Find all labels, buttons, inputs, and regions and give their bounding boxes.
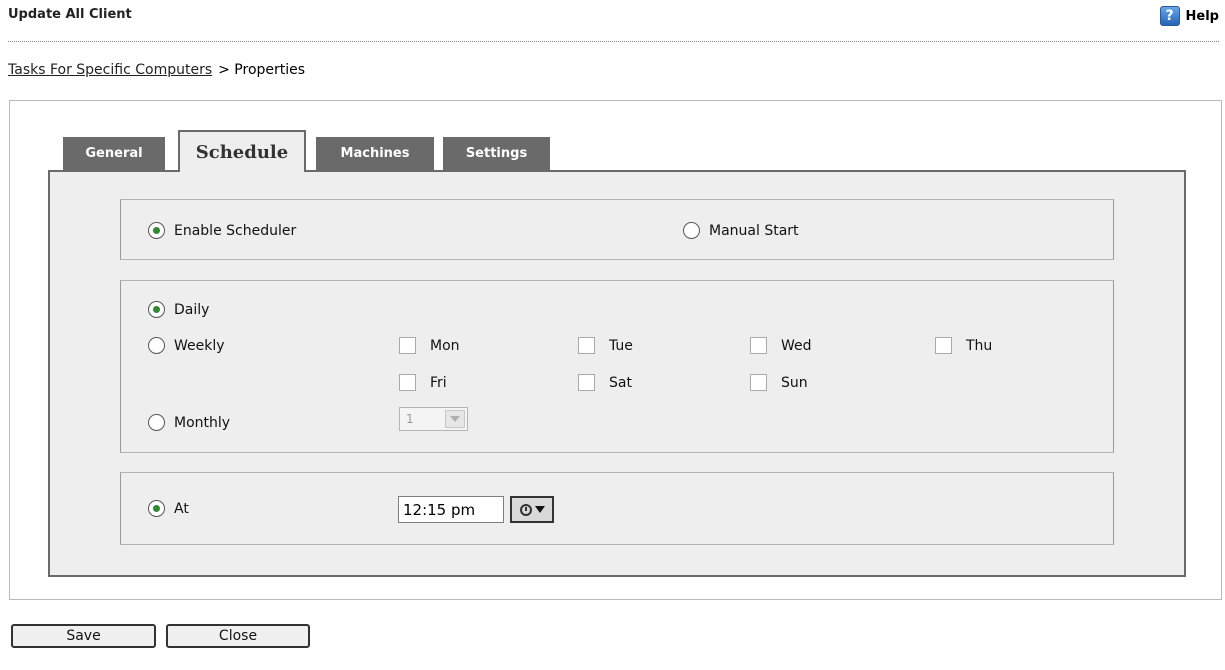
time-group (120, 472, 1114, 545)
day-sat-label: Sat (609, 374, 632, 391)
day-thu-label: Thu (966, 337, 993, 354)
chevron-down-icon (445, 410, 465, 428)
manual-start-option[interactable]: Manual Start (683, 222, 799, 239)
breadcrumb-link-tasks[interactable]: Tasks For Specific Computers (8, 62, 212, 78)
day-mon-label: Mon (430, 337, 460, 354)
help-link[interactable]: ? Help (1159, 5, 1219, 27)
enable-scheduler-radio[interactable] (148, 222, 165, 239)
enable-scheduler-option[interactable]: Enable Scheduler (148, 222, 296, 239)
save-button[interactable]: Save (11, 624, 156, 648)
day-thu[interactable]: Thu (935, 337, 992, 354)
manual-start-label: Manual Start (709, 222, 799, 239)
daily-radio[interactable] (148, 301, 165, 318)
day-tue[interactable]: Tue (578, 337, 633, 354)
help-label: Help (1185, 8, 1219, 24)
daily-label: Daily (174, 301, 210, 318)
caret-down-icon (534, 506, 545, 513)
breadcrumb: Tasks For Specific Computers > Properties (8, 62, 305, 78)
weekly-radio[interactable] (148, 337, 165, 354)
day-tue-checkbox[interactable] (578, 337, 595, 354)
tab-machines[interactable]: Machines (316, 137, 434, 170)
clock-icon (519, 503, 532, 516)
day-tue-label: Tue (609, 337, 633, 354)
day-mon[interactable]: Mon (399, 337, 460, 354)
day-sun-label: Sun (781, 374, 808, 391)
time-input[interactable] (398, 496, 504, 523)
weekly-option[interactable]: Weekly (148, 337, 225, 354)
at-label: At (174, 500, 189, 517)
enable-scheduler-label: Enable Scheduler (174, 222, 297, 239)
tab-general[interactable]: General (63, 137, 165, 170)
day-wed[interactable]: Wed (750, 337, 812, 354)
frequency-group (120, 280, 1114, 453)
close-button[interactable]: Close (166, 624, 310, 648)
day-wed-checkbox[interactable] (750, 337, 767, 354)
monthly-option[interactable]: Monthly (148, 414, 230, 431)
monthly-label: Monthly (174, 414, 231, 431)
day-sat[interactable]: Sat (578, 374, 632, 391)
day-fri-label: Fri (430, 374, 447, 391)
day-sat-checkbox[interactable] (578, 374, 595, 391)
at-option[interactable]: At (148, 500, 189, 517)
day-wed-label: Wed (781, 337, 812, 354)
monthly-day-value: 1 (406, 412, 414, 426)
day-fri-checkbox[interactable] (399, 374, 416, 391)
day-mon-checkbox[interactable] (399, 337, 416, 354)
tab-settings[interactable]: Settings (443, 137, 550, 170)
title-divider (8, 41, 1219, 42)
day-sun-checkbox[interactable] (750, 374, 767, 391)
day-thu-checkbox[interactable] (935, 337, 952, 354)
breadcrumb-current: > Properties (218, 62, 306, 78)
help-icon: ? (1159, 6, 1180, 26)
day-fri[interactable]: Fri (399, 374, 447, 391)
weekly-label: Weekly (174, 337, 225, 354)
daily-option[interactable]: Daily (148, 301, 209, 318)
time-picker-button[interactable] (510, 496, 554, 523)
page-title: Update All Client (8, 7, 132, 22)
monthly-radio[interactable] (148, 414, 165, 431)
day-sun[interactable]: Sun (750, 374, 808, 391)
at-radio[interactable] (148, 500, 165, 517)
tab-schedule[interactable]: Schedule (178, 130, 306, 172)
monthly-day-select[interactable]: 1 (399, 407, 468, 431)
manual-start-radio[interactable] (683, 222, 700, 239)
